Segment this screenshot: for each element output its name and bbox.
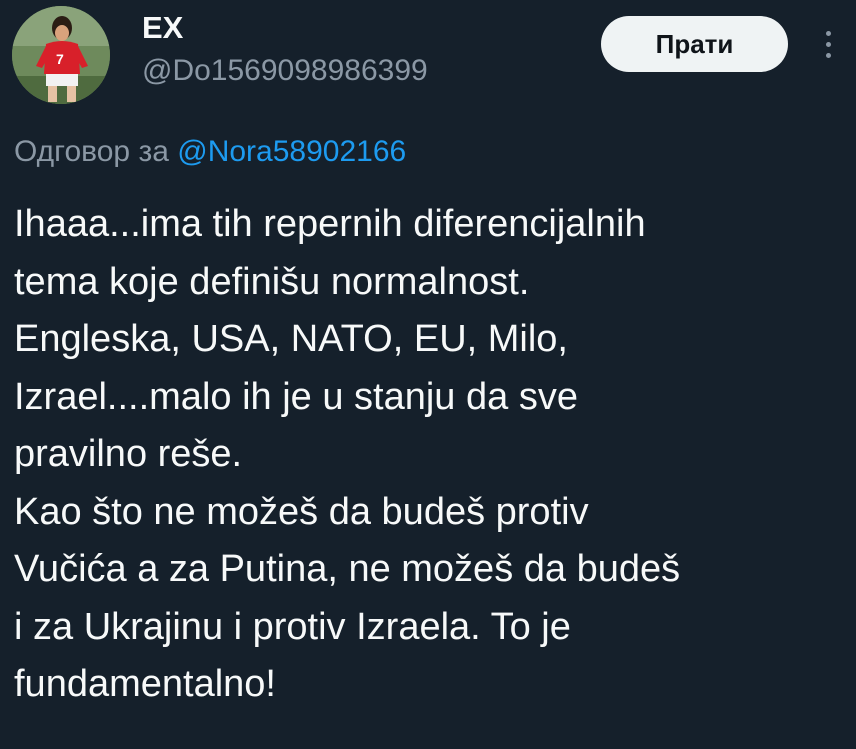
tweet-line: Kao što ne možeš da budeš protiv — [14, 490, 589, 533]
display-name[interactable]: EX — [142, 10, 183, 46]
avatar[interactable]: 7 — [12, 6, 110, 104]
reply-context: Одговор за @Nora58902166 — [14, 134, 406, 170]
more-dot — [825, 41, 831, 47]
user-handle[interactable]: @Do1569098986399 — [142, 53, 428, 89]
tweet-line: fundamentalno! — [14, 663, 276, 705]
more-dot — [825, 30, 831, 36]
tweet-line: Ihaaa...ima tih repernih diferencijalnih — [14, 203, 646, 245]
svg-text:7: 7 — [56, 51, 64, 67]
more-vertical-icon[interactable] — [812, 22, 844, 66]
more-dot — [825, 52, 831, 58]
tweet-line: Vučića a za Putina, ne možeš da budeš — [14, 548, 681, 590]
tweet-line: tema koje definišu normalnost. — [14, 260, 530, 303]
tweet-text: Ihaaa...ima tih repernih diferencijalnih… — [14, 196, 844, 714]
reply-prefix: Одговор за — [14, 135, 169, 168]
tweet-line: Izrael....malo ih je u stanju da sve — [14, 375, 578, 418]
tweet-line: i za Ukrajinu i protiv Izraela. To je — [14, 605, 571, 648]
tweet-line: pravilno reše. — [14, 433, 243, 475]
avatar-image: 7 — [12, 6, 110, 104]
follow-button[interactable]: Прати — [601, 16, 788, 72]
reply-mention-link[interactable]: @Nora58902166 — [177, 135, 406, 168]
tweet-line: Engleska, USA, NATO, EU, Milo, — [14, 318, 568, 360]
